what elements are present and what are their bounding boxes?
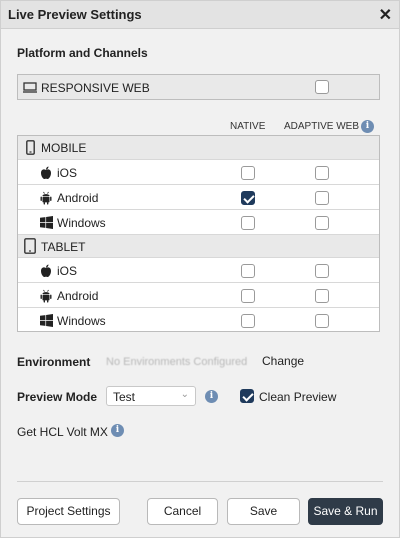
mobile-ios-adaptive-checkbox[interactable]	[315, 166, 329, 180]
close-icon[interactable]: ✕	[379, 5, 392, 25]
environment-value: No Environments Configured	[106, 356, 248, 368]
responsive-web-label: RESPONSIVE WEB	[41, 81, 150, 95]
dialog-title: Live Preview Settings	[8, 7, 142, 22]
tablet-header-row: TABLET	[18, 234, 379, 258]
clean-preview-checkbox[interactable]	[240, 389, 254, 403]
responsive-web-checkbox[interactable]	[315, 80, 329, 94]
change-environment-link[interactable]: Change	[262, 354, 304, 368]
mobile-ios-label: iOS	[57, 166, 78, 180]
mobile-windows-native-checkbox[interactable]	[241, 216, 255, 230]
responsive-web-row: RESPONSIVE WEB	[17, 74, 380, 100]
title-bar: Live Preview Settings ✕	[1, 1, 399, 29]
android-icon	[40, 289, 52, 303]
chevron-down-icon: ⌄	[180, 389, 189, 400]
mobile-header-label: MOBILE	[41, 141, 87, 155]
cancel-button[interactable]: Cancel	[147, 498, 218, 525]
tablet-android-row: Android	[18, 284, 379, 308]
tablet-windows-adaptive-checkbox[interactable]	[315, 314, 329, 328]
adaptive-web-column-header: ADAPTIVE WEB	[284, 121, 360, 132]
clean-preview-label: Clean Preview	[259, 390, 337, 404]
adaptive-web-info-icon[interactable]: i	[361, 120, 374, 133]
mobile-android-row: Android	[18, 186, 379, 210]
project-settings-button[interactable]: Project Settings	[17, 498, 120, 525]
preview-mode-info-icon[interactable]: i	[205, 390, 218, 403]
mobile-android-label: Android	[57, 191, 99, 205]
apple-icon	[41, 166, 51, 180]
mobile-header-row: MOBILE	[18, 136, 379, 160]
mobile-ios-native-checkbox[interactable]	[241, 166, 255, 180]
get-volt-mx-info-icon[interactable]: i	[111, 424, 124, 437]
native-column-header: NATIVE	[230, 121, 266, 132]
monitor-icon	[23, 82, 37, 93]
tablet-ios-adaptive-checkbox[interactable]	[315, 264, 329, 278]
tablet-ios-native-checkbox[interactable]	[241, 264, 255, 278]
platform-section-title: Platform and Channels	[17, 46, 148, 60]
preview-mode-label: Preview Mode	[17, 390, 98, 404]
tablet-ios-label: iOS	[57, 264, 78, 278]
tablet-android-label: Android	[57, 289, 99, 303]
mobile-windows-label: Windows	[57, 216, 106, 230]
live-preview-dialog: Live Preview Settings ✕ Platform and Cha…	[0, 0, 400, 538]
tablet-android-native-checkbox[interactable]	[241, 289, 255, 303]
android-icon	[40, 191, 52, 205]
tablet-header-label: TABLET	[41, 240, 86, 254]
phone-icon	[26, 140, 35, 155]
tablet-windows-row: Windows	[18, 309, 379, 333]
tablet-windows-label: Windows	[57, 314, 106, 328]
get-volt-mx-label: Get HCL Volt MX	[17, 425, 108, 439]
environment-label: Environment	[17, 355, 91, 369]
windows-icon	[40, 216, 53, 229]
tablet-icon	[24, 238, 36, 254]
apple-icon	[41, 264, 51, 278]
footer-divider	[17, 481, 383, 482]
tablet-windows-native-checkbox[interactable]	[241, 314, 255, 328]
tablet-ios-row: iOS	[18, 259, 379, 283]
platforms-table: MOBILE iOS Android Windows TABLET iOS An…	[17, 135, 380, 332]
save-and-run-button[interactable]: Save & Run	[308, 498, 383, 525]
windows-icon	[40, 314, 53, 327]
mobile-android-adaptive-checkbox[interactable]	[315, 191, 329, 205]
mobile-windows-adaptive-checkbox[interactable]	[315, 216, 329, 230]
preview-mode-value: Test	[113, 390, 136, 404]
mobile-windows-row: Windows	[18, 211, 379, 235]
save-button[interactable]: Save	[227, 498, 300, 525]
mobile-android-native-checkbox[interactable]	[241, 191, 255, 205]
preview-mode-select[interactable]: Test ⌄	[106, 386, 196, 406]
mobile-ios-row: iOS	[18, 161, 379, 185]
tablet-android-adaptive-checkbox[interactable]	[315, 289, 329, 303]
